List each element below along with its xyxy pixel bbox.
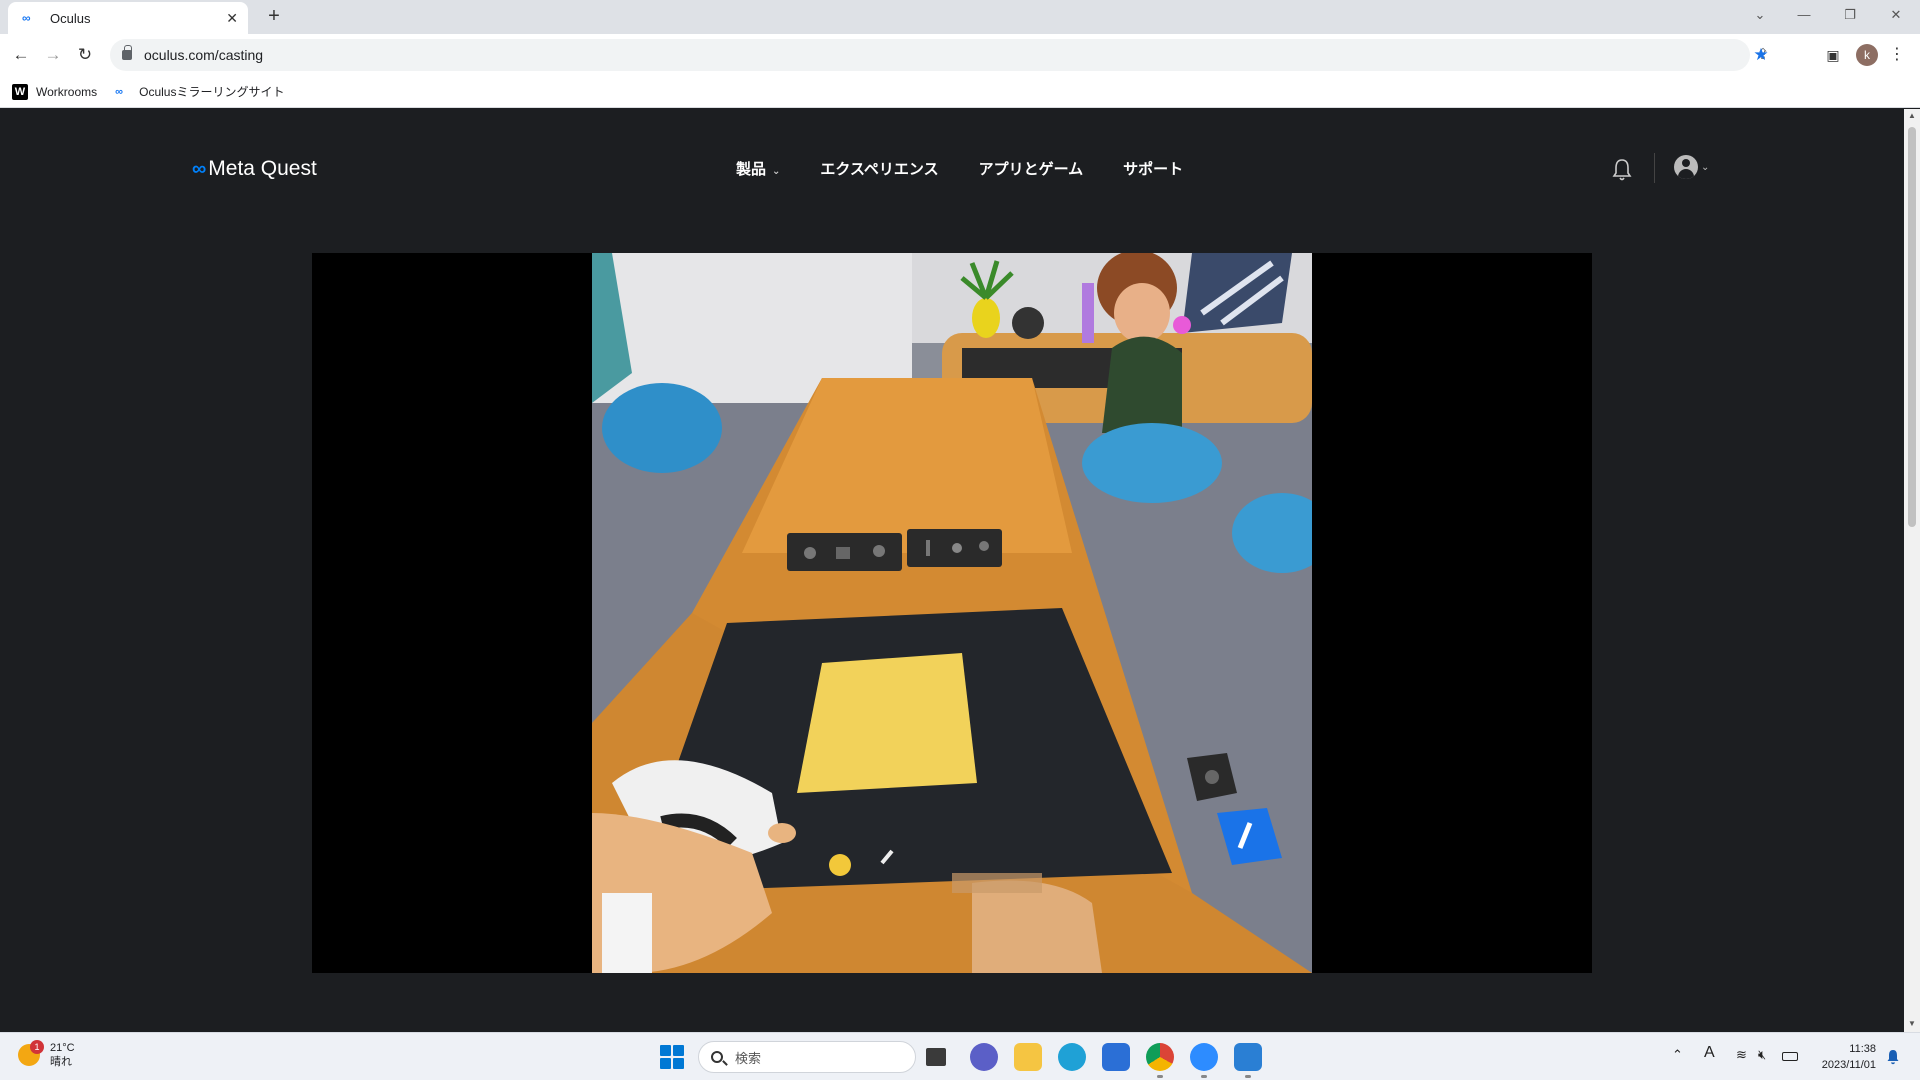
notification-bell-icon[interactable] xyxy=(1610,157,1634,183)
bookmark-workrooms[interactable]: W Workrooms xyxy=(12,83,98,100)
teams-chat-icon[interactable] xyxy=(970,1043,998,1071)
nav-item-products[interactable]: 製品 ⌄ xyxy=(736,158,780,179)
search-placeholder: 検索 xyxy=(735,1050,762,1066)
tab-title: Oculus xyxy=(50,10,91,26)
active-app-indicator xyxy=(1245,1075,1251,1078)
bookmarks-bar: W Workrooms ∞ Oculusミラーリングサイト xyxy=(0,76,1920,108)
zoom-app-icon[interactable] xyxy=(1190,1043,1218,1071)
new-tab-button[interactable]: + xyxy=(262,5,286,29)
address-bar[interactable]: oculus.com/casting ⇪ xyxy=(110,39,1769,71)
profile-avatar[interactable]: k xyxy=(1856,44,1878,66)
clock-date: 2023/11/01 xyxy=(1821,1059,1876,1071)
chevron-down-icon: ⌄ xyxy=(1701,161,1710,173)
bookmark-star-icon[interactable]: ★ xyxy=(1748,42,1774,68)
chrome-browser-icon[interactable] xyxy=(1146,1043,1174,1071)
scrollbar-thumb[interactable] xyxy=(1908,127,1916,527)
close-tab-icon[interactable]: ✕ xyxy=(226,10,238,27)
restore-icon[interactable]: ❐ xyxy=(1830,0,1870,30)
nav-item-apps-games[interactable]: アプリとゲーム xyxy=(979,158,1084,179)
tray-overflow-chevron-icon[interactable]: ⌃ xyxy=(1672,1047,1683,1063)
sunny-weather-icon: 1 xyxy=(18,1040,44,1066)
bookmark-label: Workrooms xyxy=(36,84,98,99)
battery-icon[interactable] xyxy=(1782,1052,1798,1061)
bookmark-oculus-mirroring[interactable]: ∞ Oculusミラーリングサイト xyxy=(115,83,284,100)
back-arrow-icon[interactable]: ← xyxy=(8,42,34,68)
forward-arrow-icon[interactable]: → xyxy=(40,42,66,68)
meta-quest-logo[interactable]: ∞ Meta Quest xyxy=(192,157,317,181)
active-app-indicator xyxy=(1157,1075,1163,1078)
main-nav: 製品 ⌄ エクスペリエンス アプリとゲーム サポート xyxy=(736,158,1183,179)
bookmark-label: Oculusミラーリングサイト xyxy=(139,85,285,99)
side-panel-icon[interactable]: ▣ xyxy=(1820,42,1846,68)
chevron-down-icon: ⌄ xyxy=(772,166,781,177)
page-content: ∞ Meta Quest 製品 ⌄ エクスペリエンス アプリとゲーム サポート ⌄ xyxy=(0,109,1904,1032)
browser-toolbar: ← → ↻ oculus.com/casting ⇪ ★ ▣ ⋮ xyxy=(0,34,1920,76)
photos-app-icon[interactable] xyxy=(1234,1043,1262,1071)
brand-name: Meta Quest xyxy=(208,157,317,180)
windows-start-icon[interactable] xyxy=(660,1045,684,1069)
casting-video-frame[interactable] xyxy=(592,253,1312,973)
file-explorer-icon[interactable] xyxy=(1014,1043,1042,1071)
task-view-icon[interactable] xyxy=(926,1048,946,1066)
weather-desc: 晴れ xyxy=(50,1056,72,1068)
notification-bell-icon[interactable] xyxy=(1886,1049,1900,1065)
scroll-down-arrow-icon[interactable]: ▼ xyxy=(1907,1019,1917,1028)
close-window-icon[interactable]: ✕ xyxy=(1876,0,1916,30)
tab-search-icon[interactable]: ⌄ xyxy=(1740,0,1780,30)
search-icon xyxy=(711,1051,723,1063)
header-divider xyxy=(1654,153,1655,183)
meta-infinity-icon: ∞ xyxy=(192,157,206,180)
account-menu[interactable]: ⌄ xyxy=(1674,155,1709,179)
system-clock[interactable]: 11:38 2023/11/01 xyxy=(1812,1041,1876,1073)
workrooms-icon: W xyxy=(12,83,28,100)
meta-favicon-icon: ∞ xyxy=(115,85,123,98)
scroll-up-arrow-icon[interactable]: ▲ xyxy=(1907,111,1917,120)
ime-indicator[interactable]: A xyxy=(1704,1044,1715,1062)
weather-badge: 1 xyxy=(30,1040,44,1054)
clock-time: 11:38 xyxy=(1849,1043,1876,1055)
microsoft-store-icon[interactable] xyxy=(1102,1043,1130,1071)
nav-item-experiences[interactable]: エクスペリエンス xyxy=(820,158,938,179)
meta-favicon-icon: ∞ xyxy=(22,11,31,25)
taskbar-search[interactable]: 検索 xyxy=(698,1041,916,1073)
windows-taskbar: 1 21°C 晴れ 検索 ⌃ A ≋ 🔇︎ 11:38 2023/11/01 xyxy=(0,1032,1920,1080)
volume-muted-icon[interactable]: 🔇︎ xyxy=(1758,1047,1766,1063)
minimize-icon[interactable]: — xyxy=(1784,0,1824,30)
weather-widget[interactable]: 1 21°C 晴れ xyxy=(18,1040,75,1069)
nav-item-support[interactable]: サポート xyxy=(1123,158,1183,179)
weather-temp: 21°C xyxy=(50,1042,75,1054)
page-scrollbar[interactable]: ▲ ▼ xyxy=(1904,109,1920,1032)
browser-tab[interactable]: ∞ Oculus ✕ xyxy=(8,2,248,34)
url-text: oculus.com/casting xyxy=(144,47,264,63)
menu-kebab-icon[interactable]: ⋮ xyxy=(1884,42,1910,68)
reload-icon[interactable]: ↻ xyxy=(72,42,98,68)
account-avatar-icon xyxy=(1674,155,1698,179)
casting-video-container xyxy=(312,253,1592,973)
active-app-indicator xyxy=(1201,1075,1207,1078)
lock-icon xyxy=(122,45,132,60)
browser-tab-bar: ∞ Oculus ✕ + ⌄ — ❐ ✕ xyxy=(0,0,1920,34)
nav-label: 製品 xyxy=(736,161,767,178)
edge-browser-icon[interactable] xyxy=(1058,1043,1086,1071)
wifi-icon[interactable]: ≋ xyxy=(1736,1047,1747,1063)
